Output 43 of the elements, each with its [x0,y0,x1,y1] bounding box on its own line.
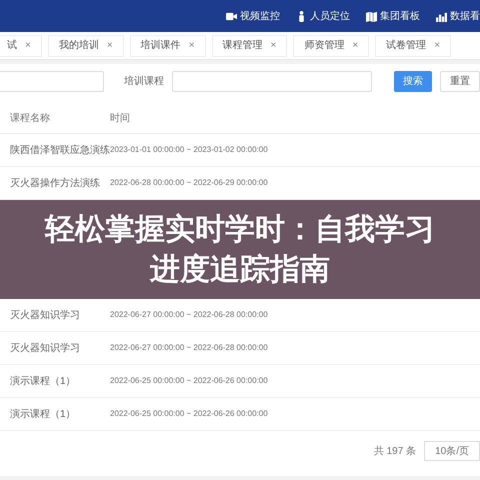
table-cell: 2023-01-01 00:00:00 ~ 2023-01-02 00:00:00 [110,144,268,156]
column-header: 课程名称 [9,112,51,126]
search-button[interactable]: 搜索 [394,70,432,92]
banner-title: 轻松掌握实时学时：自我学习 [45,212,435,248]
table-cell-text: 灭火器操作方法演练 [9,176,101,190]
tab[interactable]: 课程管理 × [212,34,288,56]
tab[interactable]: 师资管理 × [293,34,370,56]
table-cell: 2022-06-27 00:00:00 ~ 2022-06-28 00:00:00 [110,342,268,354]
total-count: 共 197 条 [374,444,416,458]
tab[interactable]: 我的培训 × [48,34,124,56]
table-cell-text: 灭火器知识学习 [9,342,81,356]
close-icon[interactable]: × [352,38,358,53]
header-link[interactable]: 数据看 [436,8,480,24]
table-cell: 2022-06-25 00:00:00 ~ 2022-06-26 00:00:00 [110,375,268,387]
close-icon[interactable]: × [434,38,440,53]
reset-button[interactable]: 重置 [440,70,480,92]
table-cell-text: 演示课程（1） [9,374,77,388]
table-cell-text: 灭火器知识学习 [9,308,81,322]
input-field[interactable] [172,70,372,92]
table-cell: 2022-06-27 00:00:00 ~ 2022-06-28 00:00:00 [110,309,268,321]
close-icon[interactable]: × [270,38,276,53]
table-cell: 2022-06-25 00:00:00 ~ 2022-06-26 00:00:00 [110,408,268,420]
close-icon[interactable]: × [188,38,195,53]
tab[interactable]: 培训课件 × [130,34,206,56]
column-header: 时间 [110,112,130,126]
page-size-select[interactable]: 10条/页 [424,441,480,461]
video-camera-icon [226,10,237,22]
header-link[interactable]: 视频监控 [226,8,280,24]
map-icon [366,10,377,22]
close-icon[interactable]: × [25,38,31,53]
tab[interactable]: 试卷管理 × [375,34,452,56]
field-label: 培训课程 [124,74,164,88]
table-cell: 2022-06-28 00:00:00 ~ 2022-06-29 00:00:00 [110,177,268,189]
table-cell-text: 陕西借泽智联应急演练 [9,144,110,158]
table-cell-text: 演示课程（1） [9,408,77,422]
banner-title: 进度追踪指南 [150,252,330,288]
header-link[interactable]: 集团看板 [366,8,420,24]
bar-chart-icon [436,10,447,22]
tab[interactable]: 试 × [0,34,42,56]
person-icon [296,10,307,22]
header-link[interactable]: 人员定位 [296,8,350,24]
input-field[interactable] [0,70,104,92]
close-icon[interactable]: × [106,38,113,53]
